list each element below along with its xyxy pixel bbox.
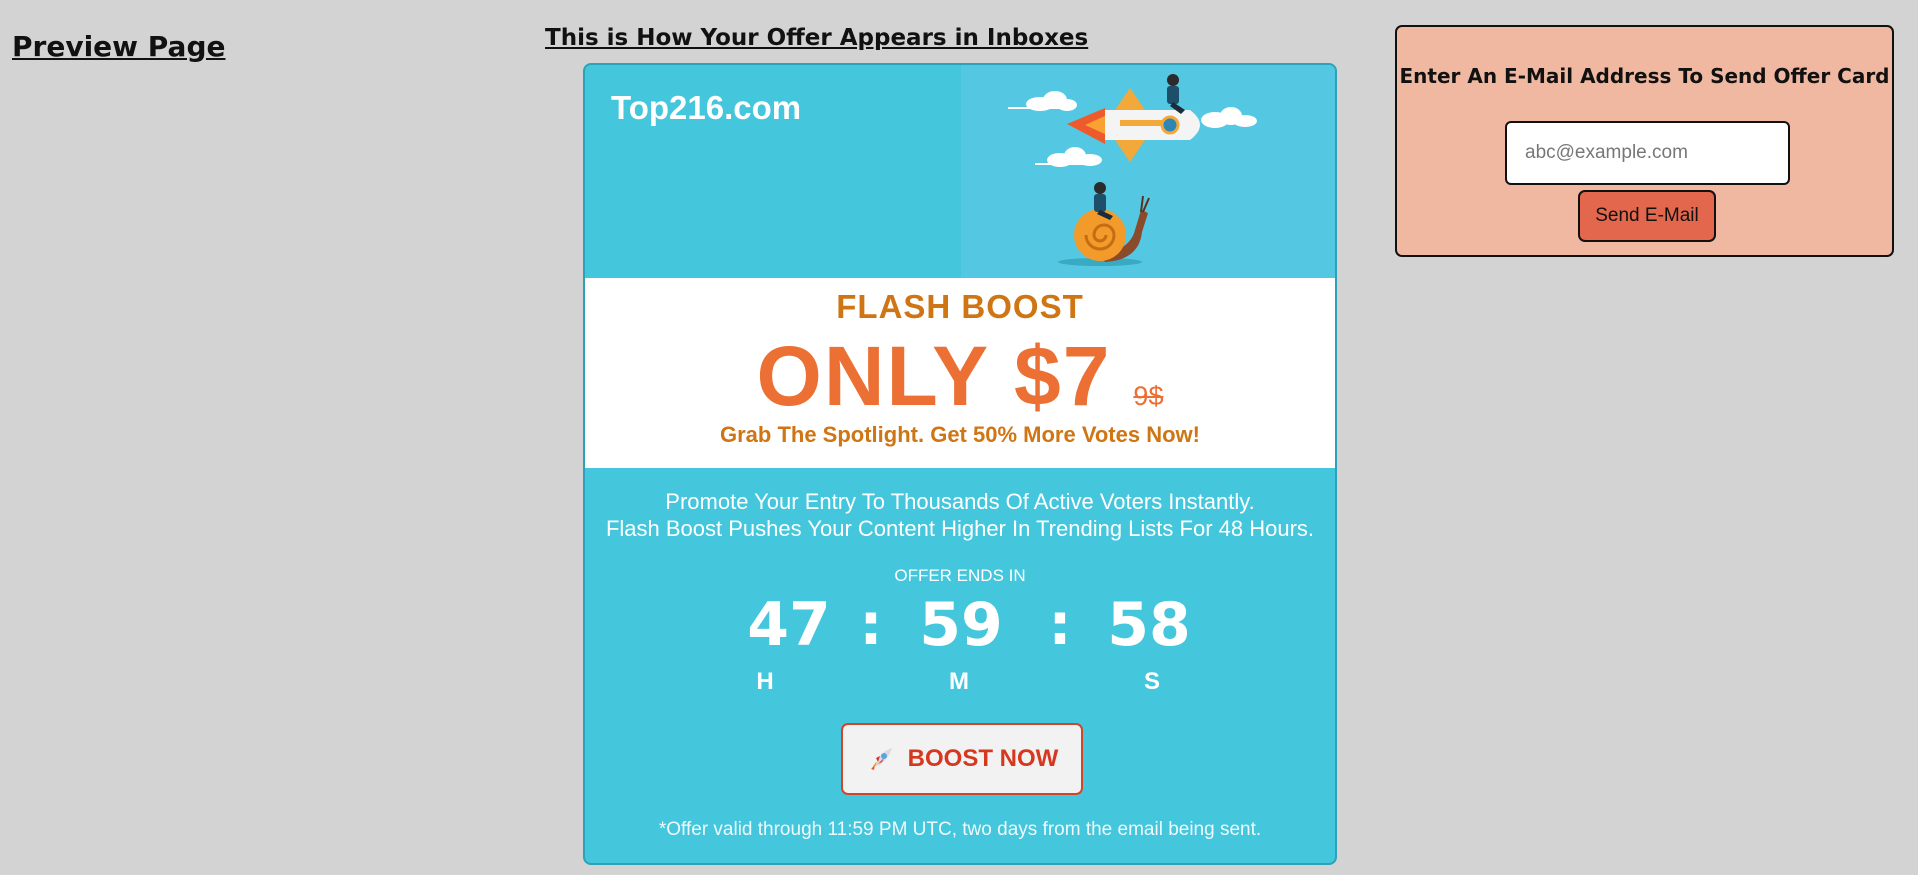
boost-now-label: BOOST NOW	[907, 745, 1059, 772]
offer-ends-label: OFFER ENDS IN	[894, 566, 1026, 585]
price-row: ONLY $7 9$	[585, 328, 1335, 425]
rocket-vs-snail-illustration	[1008, 74, 1257, 266]
countdown-minutes: 59	[919, 590, 1003, 660]
offer-description: Promote Your Entry To Thousands Of Activ…	[585, 488, 1335, 542]
countdown-hours: 47	[747, 590, 831, 660]
countdown-hours-unit: H	[756, 668, 774, 695]
rocket-icon	[870, 748, 892, 770]
cloud-icon	[1201, 107, 1257, 128]
countdown-minutes-unit: M	[949, 668, 969, 695]
countdown-seconds: 58	[1107, 590, 1191, 660]
send-offer-panel: Enter An E-Mail Address To Send Offer Ca…	[1395, 25, 1894, 257]
description-line: Flash Boost Pushes Your Content Higher I…	[605, 516, 1315, 541]
page-title: Preview Page	[12, 30, 226, 63]
flash-boost-title: FLASH BOOST	[836, 288, 1084, 325]
email-input[interactable]	[1505, 121, 1790, 185]
send-email-button[interactable]: Send E-Mail	[1578, 190, 1716, 242]
offer-card-heading: This is How Your Offer Appears in Inboxe…	[545, 25, 1089, 51]
countdown-separator: :	[859, 590, 883, 658]
description-line: Promote Your Entry To Thousands Of Activ…	[665, 489, 1255, 514]
old-price: 9$	[1133, 381, 1164, 411]
offer-tagline: Grab The Spotlight. Get 50% More Votes N…	[720, 422, 1200, 447]
current-price: ONLY $7	[756, 329, 1112, 423]
countdown-separator: :	[1048, 590, 1072, 658]
offer-card: Top216.com FLASH BOOST ONLY $7 9$ Grab T…	[583, 63, 1337, 865]
send-panel-heading: Enter An E-Mail Address To Send Offer Ca…	[1399, 64, 1890, 88]
boost-now-button[interactable]: BOOST NOW	[841, 723, 1083, 795]
site-name: Top216.com	[611, 89, 802, 126]
offer-body: Promote Your Entry To Thousands Of Activ…	[585, 468, 1335, 863]
preview-page: Preview Page This is How Your Offer Appe…	[0, 0, 1918, 875]
cloud-icon	[1008, 91, 1077, 111]
price-band: FLASH BOOST ONLY $7 9$ Grab The Spotligh…	[585, 278, 1335, 468]
cloud-icon	[1035, 147, 1102, 167]
countdown-seconds-unit: S	[1143, 668, 1160, 695]
offer-footnote: *Offer valid through 11:59 PM UTC, two d…	[658, 819, 1262, 840]
offer-card-header: Top216.com	[585, 65, 1335, 278]
countdown-timer: 47 : 59 : 58 H M S	[585, 590, 1335, 700]
